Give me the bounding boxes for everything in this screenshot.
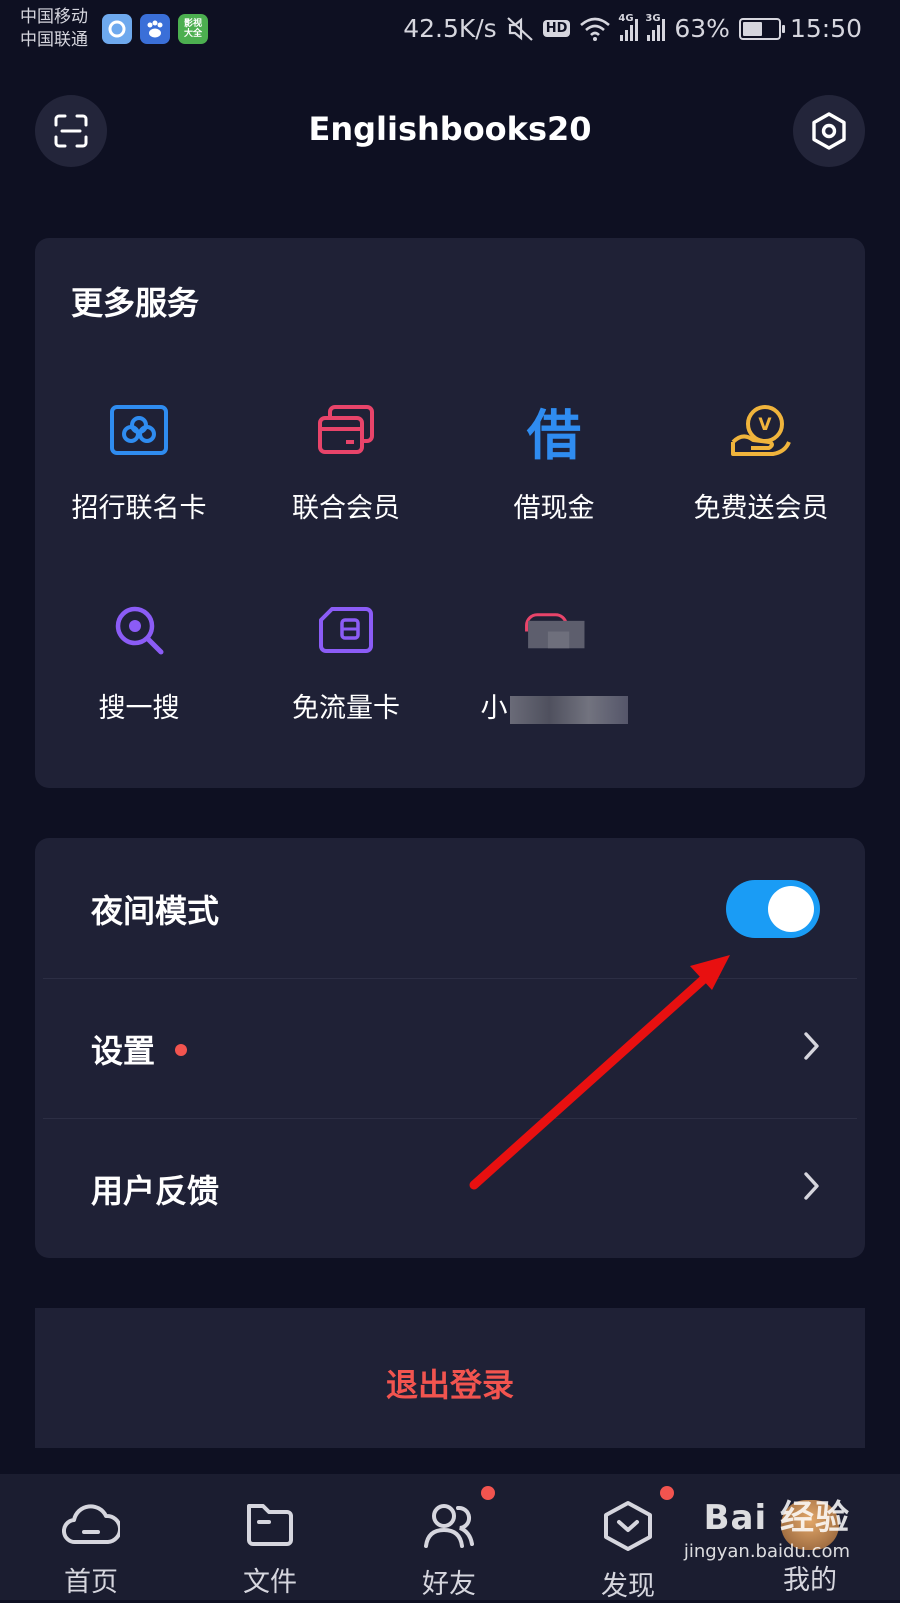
service-free-data-card[interactable]: 免流量卡 xyxy=(242,598,450,725)
settings-card: 夜间模式 设置 用户反馈 xyxy=(35,838,865,1258)
battery-percent: 63% xyxy=(674,14,730,43)
video-app-icon: 影视大全 xyxy=(178,14,208,44)
battery-icon xyxy=(738,17,785,40)
borrow-glyph: 借 xyxy=(527,403,581,467)
service-joint-membership[interactable]: 联合会员 xyxy=(242,398,450,525)
nav-friends[interactable]: 好友 xyxy=(389,1486,509,1601)
settings-badge-dot xyxy=(175,1044,187,1056)
battery-fill xyxy=(742,21,762,36)
watermark-logo: Bai 经验 xyxy=(703,1498,850,1538)
night-mode-row: 夜间模式 xyxy=(35,838,865,978)
vip-glyph: V xyxy=(758,415,772,435)
baidu-jingyan-watermark: Bai 经验 jingyan.baidu.com xyxy=(684,1490,850,1562)
service-free-membership[interactable]: V 免费送会员 xyxy=(657,398,865,525)
carrier-2: 中国联通 xyxy=(20,30,88,50)
service-merchant-card[interactable]: 招行联名卡 xyxy=(35,398,243,525)
service-label: 招行联名卡 xyxy=(71,493,207,524)
night-mode-toggle[interactable] xyxy=(726,880,820,938)
mute-icon xyxy=(506,16,533,41)
folder-icon xyxy=(247,1504,293,1546)
nav-label: 我的 xyxy=(783,1565,837,1596)
nav-home[interactable]: 首页 xyxy=(31,1500,151,1599)
cloud-icon xyxy=(61,1504,122,1545)
service-borrow-cash[interactable]: 借 借现金 xyxy=(450,398,658,525)
more-services-card: 更多服务 招行联名卡 联合会员 借 借现金 V 免费送会员 搜一搜 免流量卡 小 xyxy=(35,238,865,788)
settings-gear-button[interactable] xyxy=(793,95,865,167)
chevron-right-icon xyxy=(804,1172,819,1200)
nav-files[interactable]: 文件 xyxy=(210,1500,330,1599)
signal-4g-icon: 4G xyxy=(618,13,639,41)
service-label: 小 xyxy=(450,686,658,725)
toggle-knob xyxy=(768,886,814,932)
friends-badge-dot xyxy=(481,1486,495,1500)
signal-3g-icon: 3G xyxy=(645,13,666,41)
baidu-icon xyxy=(140,14,170,44)
gear-icon xyxy=(812,112,846,150)
carrier-1: 中国移动 xyxy=(20,7,88,27)
wifi-icon xyxy=(580,17,611,41)
notification-icons: 影视大全 xyxy=(102,14,208,44)
friends-icon xyxy=(424,1504,474,1548)
discover-badge-dot xyxy=(660,1486,674,1500)
clock: 15:50 xyxy=(789,14,862,43)
nav-discover[interactable]: 发现 xyxy=(568,1486,688,1603)
service-search[interactable]: 搜一搜 xyxy=(35,598,243,725)
watermark-url: jingyan.baidu.com xyxy=(683,1541,850,1562)
search-icon xyxy=(107,598,171,662)
signal-3g-tag: 3G xyxy=(645,12,661,24)
service-label: 借现金 xyxy=(513,493,595,524)
services-title: 更多服务 xyxy=(71,284,200,322)
blurred-text xyxy=(509,695,628,724)
nav-label: 文件 xyxy=(243,1567,297,1598)
page-title: Englishbooks20 xyxy=(308,110,592,148)
carrier-info: 中国移动 中国联通 xyxy=(20,6,88,52)
signal-4g-tag: 4G xyxy=(618,12,634,24)
logout-label: 退出登录 xyxy=(385,1366,514,1404)
night-mode-label: 夜间模式 xyxy=(91,892,220,930)
vip-hand-icon: V xyxy=(729,398,793,462)
service-label: 联合会员 xyxy=(292,493,400,524)
discover-icon xyxy=(604,1501,652,1551)
settings-row[interactable]: 设置 xyxy=(35,978,865,1118)
video-app-label: 影视大全 xyxy=(183,19,202,39)
settings-label: 设置 xyxy=(91,1032,156,1070)
nav-label: 首页 xyxy=(64,1567,118,1598)
qq-browser-icon xyxy=(102,14,132,44)
feedback-label: 用户反馈 xyxy=(91,1172,220,1210)
blurred-icon xyxy=(522,598,586,662)
status-bar: 中国移动 中国联通 影视大全 42.5K/s HD 4G 3G 63% 15:5… xyxy=(0,0,900,62)
service-label-text: 小 xyxy=(480,693,508,724)
logout-button[interactable]: 退出登录 xyxy=(35,1308,865,1448)
chevron-right-icon xyxy=(804,1032,819,1060)
service-label: 免流量卡 xyxy=(292,693,400,724)
system-indicators: 42.5K/s HD 4G 3G 63% 15:50 xyxy=(403,13,862,44)
hd-badge: HD xyxy=(542,20,571,37)
nav-label: 好友 xyxy=(422,1569,476,1600)
service-label: 搜一搜 xyxy=(98,693,180,724)
nav-label: 发现 xyxy=(601,1571,655,1602)
cards-icon xyxy=(314,398,378,462)
bank-card-icon xyxy=(107,398,171,462)
feedback-row[interactable]: 用户反馈 xyxy=(35,1118,865,1258)
borrow-icon: 借 xyxy=(522,398,586,467)
service-blurred[interactable]: 小 xyxy=(450,598,658,725)
sim-card-icon xyxy=(314,598,378,662)
network-speed: 42.5K/s xyxy=(403,14,497,43)
service-label: 免费送会员 xyxy=(693,493,829,524)
